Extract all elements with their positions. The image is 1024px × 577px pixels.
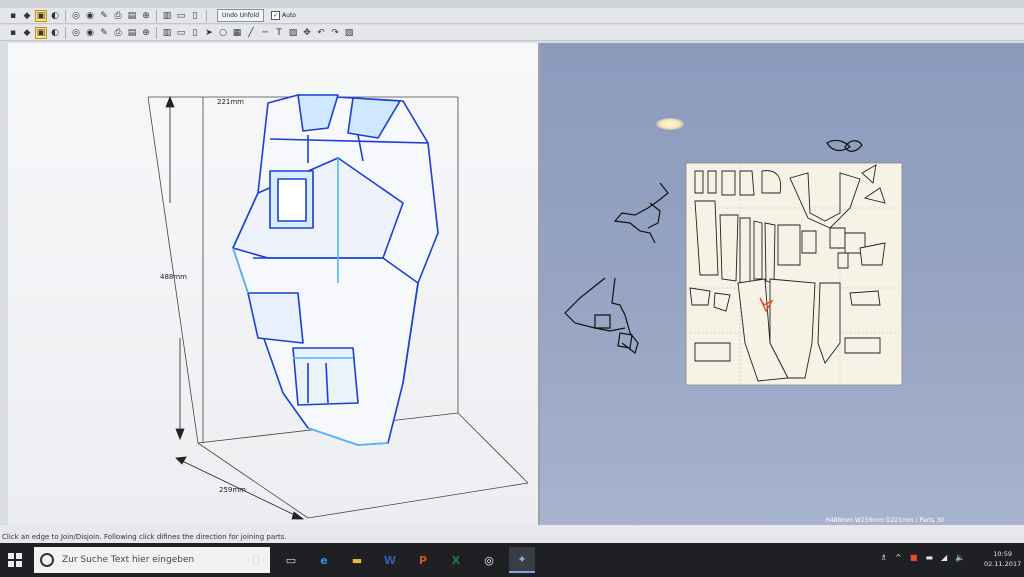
clock-date: 02.11.2017 bbox=[984, 560, 1022, 568]
start-button[interactable] bbox=[8, 553, 22, 567]
number-icon[interactable]: ↶ bbox=[315, 27, 327, 39]
toolbar-edit: ▪ ◆ ▣ ◐ ◎ ◉ ✎ ⎙ ▤ ⊕ ▥ ▭ ▯ ➤ ○ ▦ ╱ ─ T ▨ ✥ ↶ ↷ ▧ bbox=[0, 25, 1024, 41]
toolbar-separator bbox=[156, 9, 157, 22]
undo-icon[interactable]: ▤ bbox=[126, 27, 138, 39]
join-icon[interactable]: ⊕ bbox=[140, 10, 152, 22]
toolbar-main: ▪ ◆ ▣ ◐ ◎ ◉ ✎ ⎙ ▤ ⊕ ▥ ▭ ▯ Undo Unfold ✓ Auto bbox=[0, 8, 1024, 24]
microphone-icon[interactable] bbox=[253, 555, 259, 565]
redo-icon[interactable]: ⊕ bbox=[140, 27, 152, 39]
paint-icon[interactable]: ✎ bbox=[98, 10, 110, 22]
edge-icon[interactable]: ◐ bbox=[49, 27, 61, 39]
rotate-icon[interactable]: ◐ bbox=[49, 10, 61, 22]
excel-icon[interactable]: X bbox=[443, 547, 469, 573]
cortana-icon bbox=[40, 553, 54, 567]
status-hint: Click an edge to Join/Disjoin. Following… bbox=[2, 533, 287, 541]
toolbar-separator bbox=[156, 26, 157, 39]
screen-glare bbox=[656, 118, 684, 130]
auto-label: Auto bbox=[282, 12, 296, 19]
image-icon[interactable]: ✎ bbox=[98, 27, 110, 39]
clock-time: 10:59 bbox=[993, 550, 1012, 558]
pepakura-icon[interactable]: ✦ bbox=[509, 547, 535, 573]
window2-icon[interactable]: ▯ bbox=[189, 10, 201, 22]
armor-model bbox=[232, 94, 439, 446]
status-bar: Click an edge to Join/Disjoin. Following… bbox=[0, 517, 1024, 543]
zoom-fit-icon[interactable]: ▧ bbox=[343, 27, 355, 39]
print2-icon[interactable]: ▦ bbox=[231, 27, 243, 39]
open-icon[interactable]: ▪ bbox=[7, 10, 19, 22]
toolbar-separator bbox=[206, 9, 207, 22]
align-right-icon[interactable]: ▨ bbox=[287, 27, 299, 39]
powerpoint-icon[interactable]: P bbox=[410, 547, 436, 573]
checkbox-mark-icon: ✓ bbox=[271, 11, 281, 20]
screen: ▪ ◆ ▣ ◐ ◎ ◉ ✎ ⎙ ▤ ⊕ ▥ ▭ ▯ Undo Unfold ✓ Auto ▪ ◆ ▣ ◐ ◎ ◉ ✎… bbox=[0, 0, 1024, 577]
wifi-icon[interactable]: ◢ bbox=[941, 553, 947, 562]
chevron-up-icon[interactable]: ^ bbox=[895, 553, 902, 562]
taskbar-apps: ▭ e ▬ W P X ◎ ✦ bbox=[278, 547, 535, 573]
print-icon[interactable]: ⎙ bbox=[112, 10, 124, 22]
model-3d-view[interactable]: 221mm 488mm 259mm bbox=[8, 43, 540, 525]
notification-app-icon[interactable]: ■ bbox=[910, 553, 918, 562]
select-faces-icon[interactable]: ▣ bbox=[35, 26, 47, 39]
file-explorer-icon[interactable]: ▬ bbox=[344, 547, 370, 573]
texture-icon[interactable]: ▭ bbox=[175, 27, 187, 39]
line-icon[interactable]: ◎ bbox=[70, 27, 82, 39]
export-icon[interactable]: ╱ bbox=[245, 27, 257, 39]
edge-browser-icon[interactable]: e bbox=[311, 547, 337, 573]
save-icon[interactable]: ◆ bbox=[21, 10, 33, 22]
grid-icon[interactable]: ▯ bbox=[189, 27, 201, 39]
align-center-icon[interactable]: T bbox=[273, 27, 285, 39]
volume-icon[interactable]: 🔈 bbox=[955, 553, 965, 562]
text-icon[interactable]: ◉ bbox=[84, 27, 96, 39]
layer-icon[interactable]: ↷ bbox=[329, 27, 341, 39]
page-icon[interactable]: ➤ bbox=[203, 27, 215, 39]
zoom-out-icon[interactable]: ◉ bbox=[84, 10, 96, 22]
search-placeholder: Zur Suche Text hier eingeben bbox=[62, 555, 195, 565]
model-dimensions-status: H488mm W259mm D221mm / Parts 30 bbox=[825, 517, 944, 524]
title-bar-strip bbox=[0, 0, 1024, 8]
undo-unfold-button[interactable]: Undo Unfold bbox=[217, 9, 265, 22]
unfold-2d-canvas bbox=[564, 139, 903, 386]
people-icon[interactable]: ♗ bbox=[880, 553, 887, 562]
toolbar-separator bbox=[65, 26, 66, 39]
word-icon[interactable]: W bbox=[377, 547, 403, 573]
height-dimension-label: 488mm bbox=[160, 273, 187, 281]
windows-taskbar: Zur Suche Text hier eingeben ▭ e ▬ W P X ◎ ✦ ♗ … bbox=[0, 543, 1024, 577]
toolbar-separator bbox=[65, 9, 66, 22]
network-icon[interactable]: ▬ bbox=[925, 553, 933, 562]
unfold-2d-view[interactable] bbox=[540, 43, 1024, 525]
model-3d-canvas bbox=[147, 94, 529, 520]
media-player-icon[interactable]: ◎ bbox=[476, 547, 502, 573]
width-dimension-label: 221mm bbox=[217, 98, 244, 106]
split-icon[interactable]: ▥ bbox=[161, 27, 173, 39]
layout-icon[interactable]: ○ bbox=[217, 27, 229, 39]
view-icon[interactable]: ▥ bbox=[161, 10, 173, 22]
zoom-icon[interactable]: ◎ bbox=[70, 10, 82, 22]
system-clock[interactable]: 10:59 02.11.2017 bbox=[984, 549, 1021, 569]
pointer-icon[interactable]: ▪ bbox=[7, 27, 19, 39]
depth-dimension-label: 259mm bbox=[219, 486, 246, 494]
align-left-icon[interactable]: ─ bbox=[259, 27, 271, 39]
taskbar-search-box[interactable]: Zur Suche Text hier eingeben bbox=[34, 547, 270, 573]
lasso-icon[interactable]: ◆ bbox=[21, 27, 33, 39]
window-icon[interactable]: ▭ bbox=[175, 10, 187, 22]
system-tray: ♗ ^ ■ ▬ ◢ 🔈 bbox=[880, 553, 965, 562]
auto-checkbox[interactable]: ✓ Auto bbox=[271, 11, 296, 20]
select-icon[interactable]: ▣ bbox=[35, 9, 47, 22]
task-view-icon[interactable]: ▭ bbox=[278, 547, 304, 573]
windows-logo-icon bbox=[8, 553, 14, 559]
fold-icon[interactable]: ▤ bbox=[126, 10, 138, 22]
flap-icon[interactable]: ✥ bbox=[301, 27, 313, 39]
move-icon[interactable]: ⎙ bbox=[112, 27, 124, 39]
